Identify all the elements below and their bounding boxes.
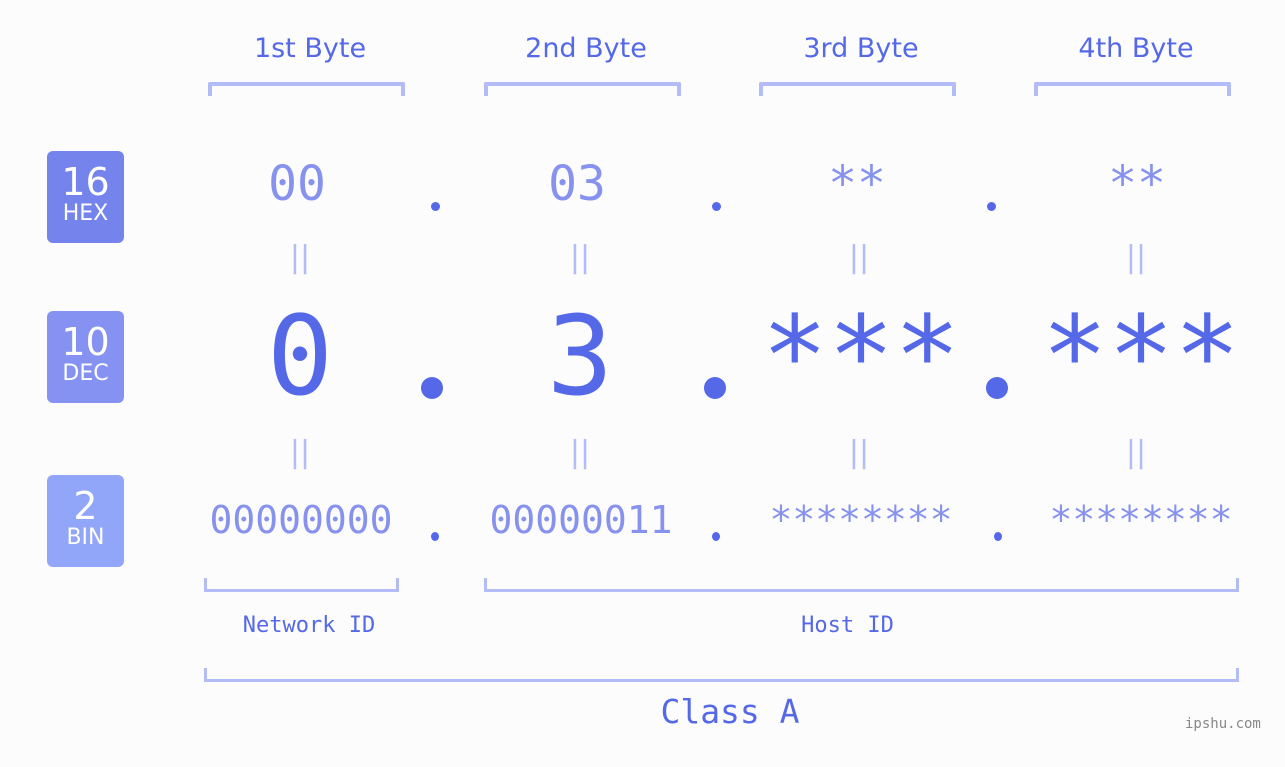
byte-header-2: 2nd Byte — [525, 33, 647, 64]
dec-dot-3 — [986, 377, 1008, 399]
equals-dec-bin-2: || — [569, 435, 591, 470]
bin-byte-4: ******** — [1049, 498, 1233, 542]
bin-byte-1: 00000000 — [209, 498, 393, 542]
bin-badge-number: 2 — [73, 484, 98, 528]
equals-hex-dec-4: || — [1125, 240, 1147, 275]
dec-dot-2 — [704, 377, 726, 399]
equals-dec-bin-1: || — [289, 435, 311, 470]
bin-dot-1 — [431, 532, 439, 541]
bin-byte-3: ******** — [769, 498, 953, 542]
byte-bracket-4 — [1034, 82, 1231, 96]
bin-byte-2: 00000011 — [489, 498, 673, 542]
network-id-bracket — [204, 578, 399, 592]
dec-badge-number: 10 — [61, 320, 110, 364]
host-id-bracket — [484, 578, 1239, 592]
hex-byte-2: 03 — [548, 156, 606, 212]
class-bracket — [204, 668, 1239, 682]
hex-dot-3 — [987, 202, 996, 211]
hex-badge-label: HEX — [62, 201, 109, 226]
byte-header-1: 1st Byte — [253, 33, 367, 64]
equals-dec-bin-3: || — [848, 435, 870, 470]
bin-badge: 2 BIN — [47, 475, 124, 567]
dec-byte-3: *** — [761, 292, 961, 420]
watermark: ipshu.com — [1185, 716, 1261, 732]
dec-byte-1: 0 — [266, 292, 334, 420]
equals-hex-dec-1: || — [289, 240, 311, 275]
dec-badge-label: DEC — [62, 361, 109, 386]
dec-badge: 10 DEC — [47, 311, 124, 403]
byte-header-3: 3rd Byte — [803, 33, 919, 64]
byte-bracket-3 — [759, 82, 956, 96]
dec-byte-2: 3 — [546, 292, 614, 420]
dec-byte-4: *** — [1041, 292, 1241, 420]
network-id-label: Network ID — [242, 613, 376, 638]
bin-badge-label: BIN — [66, 525, 105, 550]
hex-dot-2 — [712, 202, 721, 211]
byte-bracket-1 — [208, 82, 405, 96]
byte-bracket-2 — [484, 82, 681, 96]
hex-badge-number: 16 — [61, 160, 110, 204]
hex-badge: 16 HEX — [47, 151, 124, 243]
class-label: Class A — [660, 692, 800, 731]
bin-dot-3 — [994, 532, 1002, 541]
bin-dot-2 — [712, 532, 720, 541]
hex-byte-4: ** — [1108, 156, 1166, 212]
dec-dot-1 — [421, 377, 443, 399]
host-id-label: Host ID — [801, 613, 894, 638]
hex-byte-3: ** — [828, 156, 886, 212]
equals-hex-dec-2: || — [569, 240, 591, 275]
equals-dec-bin-4: || — [1125, 435, 1147, 470]
hex-dot-1 — [431, 202, 440, 211]
hex-byte-1: 00 — [268, 156, 326, 212]
byte-header-4: 4th Byte — [1078, 33, 1194, 64]
equals-hex-dec-3: || — [848, 240, 870, 275]
